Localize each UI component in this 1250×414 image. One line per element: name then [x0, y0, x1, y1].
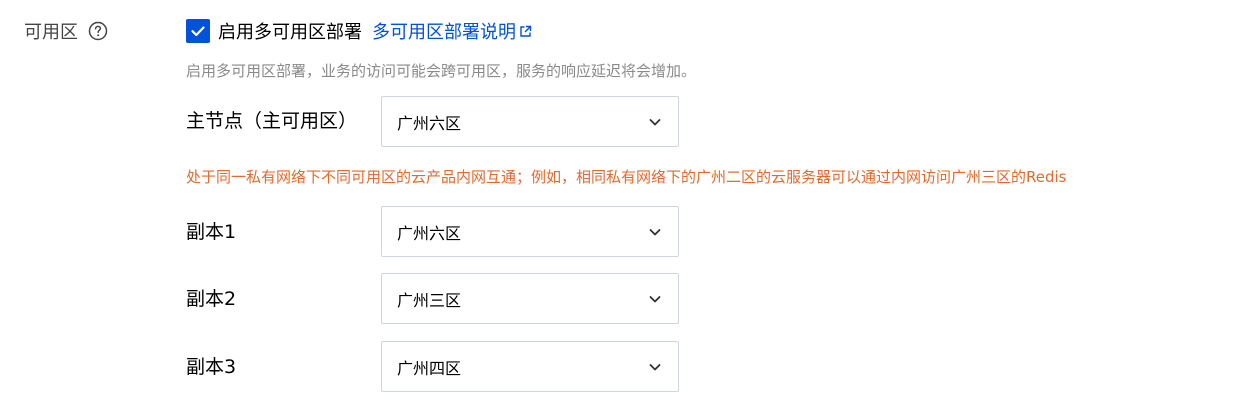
replica-2-zone-select[interactable]: 广州三区 [381, 273, 679, 324]
replica-2-label: 副本2 [186, 288, 237, 310]
availability-zone-label-text: 可用区 [24, 22, 78, 43]
replica-1-label: 副本1 [186, 221, 237, 243]
chevron-down-icon [648, 225, 662, 239]
replica-2-zone-value: 广州三区 [397, 290, 462, 310]
multi-az-checkbox[interactable] [186, 19, 210, 43]
replica-3-zone-select[interactable]: 广州四区 [381, 341, 679, 392]
chevron-down-icon [648, 115, 662, 129]
multi-az-doc-link[interactable]: 多可用区部署说明 [372, 18, 532, 44]
replica-3-zone-value: 广州四区 [397, 358, 462, 378]
multi-az-row: 启用多可用区部署 多可用区部署说明 [186, 18, 532, 44]
checkmark-icon [191, 26, 205, 37]
chevron-down-icon [648, 292, 662, 306]
primary-zone-value: 广州六区 [397, 113, 462, 133]
multi-az-doc-link-text: 多可用区部署说明 [372, 22, 516, 43]
primary-zone-select[interactable]: 广州六区 [381, 96, 679, 147]
replica-1-zone-select[interactable]: 广州六区 [381, 206, 679, 257]
multi-az-checkbox-label[interactable]: 启用多可用区部署 [218, 18, 362, 44]
external-link-icon [519, 25, 532, 38]
cross-zone-warning: 处于同一私有网络下不同可用区的云产品内网互通；例如，相同私有网络下的广州二区的云… [186, 168, 1067, 186]
primary-node-label: 主节点（主可用区） [186, 110, 358, 132]
replica-3-label: 副本3 [186, 356, 237, 378]
replica-1-zone-value: 广州六区 [397, 223, 462, 243]
availability-zone-label: 可用区 [24, 18, 108, 44]
chevron-down-icon [648, 360, 662, 374]
question-circle-icon[interactable] [88, 21, 108, 41]
multi-az-hint: 启用多可用区部署，业务的访问可能会跨可用区，服务的响应延迟将会增加。 [186, 62, 697, 80]
